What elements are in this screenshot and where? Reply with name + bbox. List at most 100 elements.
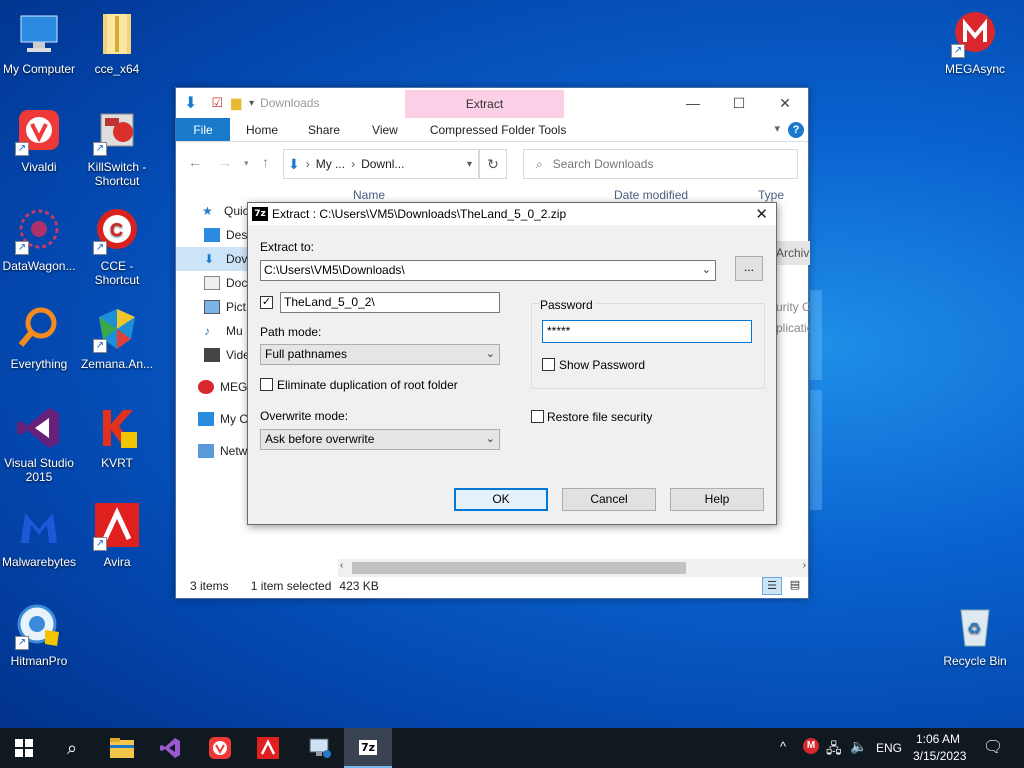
column-header-type[interactable]: Type [758,188,784,202]
nav-item-documents[interactable]: Doc [204,271,247,295]
search-input[interactable]: ⌕ Search Downloads [523,149,798,179]
desktop-icon-cce-x64[interactable]: cce_x64 [78,10,156,76]
maximize-button[interactable]: ☐ [716,88,762,118]
nav-item-mega[interactable]: MEG [198,375,247,399]
vivaldi-icon: ↗ [15,108,63,156]
taskbar-avira[interactable] [244,728,292,768]
refresh-button[interactable]: ↻ [479,149,507,179]
clock-time[interactable]: 1:06 AM [916,732,960,746]
volume-tray-icon[interactable]: 🔈 [850,738,867,755]
restore-file-security-label[interactable]: Restore file security [547,410,652,424]
properties-icon[interactable]: ☑ [211,95,223,111]
desktop-icon-recycle-bin[interactable]: ♻ Recycle Bin [936,602,1014,668]
nav-item-quick-access[interactable]: ★ Quicl [202,199,251,223]
scroll-left-icon[interactable]: ‹ [340,560,343,571]
column-header-name[interactable]: Name [353,188,385,202]
nav-item-my-computer[interactable]: My C [198,407,248,431]
recent-chevron-icon[interactable]: ▾ [244,158,249,169]
show-password-label[interactable]: Show Password [559,358,645,372]
ribbon-expand-icon[interactable]: ▾ [774,122,780,135]
minimize-button[interactable]: — [670,88,716,118]
help-icon[interactable]: ? [788,122,804,138]
start-button[interactable] [0,728,48,768]
nav-item-desktop[interactable]: Des [204,223,247,247]
context-tab-extract[interactable]: Extract [405,90,564,118]
scroll-right-icon[interactable]: › [803,560,806,571]
mega-tray-icon[interactable]: M [803,738,819,754]
language-indicator[interactable]: ENG [876,741,902,755]
tab-view[interactable]: View [354,118,416,141]
nav-item-pictures[interactable]: Pict [204,295,246,319]
taskbar-7zip[interactable]: 7z [344,728,392,768]
overwrite-mode-select[interactable]: Ask before overwrite ⌄ [260,429,500,450]
desktop-icon-killswitch[interactable]: ↗ KillSwitch - Shortcut [78,108,156,188]
chevron-down-icon[interactable]: ⌄ [702,261,711,280]
hitmanpro-icon: ↗ [15,602,63,650]
desktop-icon-megasync[interactable]: ↗ MEGAsync [936,10,1014,76]
chevron-down-icon[interactable]: ▾ [249,98,254,109]
extract-to-input[interactable]: C:\Users\VM5\Downloads\ ⌄ [260,260,716,281]
desktop-icon-visual-studio[interactable]: Visual Studio 2015 [0,404,78,484]
desktop-icon-avira[interactable]: ↗ Avira [78,503,156,569]
taskbar-vivaldi[interactable] [196,728,244,768]
file-row-partial[interactable]: Archiv [776,241,810,265]
tab-home[interactable]: Home [230,118,294,141]
subfolder-checkbox[interactable]: ✓ [260,296,273,309]
folder-icon [110,738,134,758]
desktop-icon-cce[interactable]: C ↗ CCE - Shortcut [78,207,156,287]
notification-icon[interactable]: 🗨 [983,737,1003,757]
tab-share[interactable]: Share [294,118,354,141]
show-password-checkbox[interactable] [542,358,555,371]
desktop-icon-hitmanpro[interactable]: ↗ HitmanPro [0,602,78,668]
taskbar-visual-studio[interactable] [146,728,194,768]
desktop-icon-everything[interactable]: Everything [0,305,78,371]
help-button[interactable]: Help [670,488,764,511]
desktop-icon-vivaldi[interactable]: ↗ Vivaldi [0,108,78,174]
taskbar-network-app[interactable] [296,728,344,768]
nav-item-music[interactable]: ♪ Mu [204,319,243,343]
breadcrumb-downloads[interactable]: Downl... [361,157,404,171]
browse-button[interactable]: ... [735,256,763,281]
address-input[interactable]: ⬇ › My ... › Downl... ▾ [283,149,479,179]
desktop-icon-datawagon[interactable]: ↗ DataWagon... [0,207,78,273]
eliminate-duplication-checkbox[interactable] [260,378,273,391]
tab-file[interactable]: File [176,118,230,141]
cancel-button[interactable]: Cancel [562,488,656,511]
nav-item-downloads[interactable]: ⬇ Dov [176,247,248,271]
subfolder-input[interactable]: TheLand_5_0_2\ [280,292,500,313]
ok-button[interactable]: OK [454,488,548,511]
up-arrow-icon[interactable]: ↑ [262,154,269,170]
taskbar-file-explorer[interactable] [98,728,146,768]
column-header-date[interactable]: Date modified [614,188,688,202]
scrollbar-thumb[interactable] [352,562,686,574]
details-view-icon[interactable]: ☰ [762,577,782,595]
large-icons-view-icon[interactable]: ▤ [786,577,804,595]
nav-item-network[interactable]: Netw [198,439,247,463]
tab-compressed-folder-tools[interactable]: Compressed Folder Tools [416,118,581,141]
forward-arrow-icon[interactable]: → [218,154,232,170]
chevron-down-icon[interactable]: ▾ [467,159,472,170]
new-folder-icon[interactable]: ▆ [231,95,241,111]
clock-date[interactable]: 3/15/2023 [913,749,966,763]
network-tray-icon[interactable]: 🖧 [826,738,842,762]
eliminate-duplication-label[interactable]: Eliminate duplication of root folder [277,378,458,392]
desktop-icon-kvrt[interactable]: KVRT [78,404,156,470]
close-button[interactable]: ✕ [762,88,808,118]
password-input[interactable]: ***** [542,320,752,343]
desktop-icon-zemana[interactable]: ↗ Zemana.An... [78,305,156,371]
desktop-icon-my-computer[interactable]: My Computer [0,10,78,76]
path-mode-select[interactable]: Full pathnames ⌄ [260,344,500,365]
show-hidden-icons-chevron[interactable]: ^ [780,739,786,754]
desktop-icon-label: HitmanPro [10,654,68,668]
restore-file-security-checkbox[interactable] [531,410,544,423]
quick-access-toolbar[interactable]: ☑ ▆ ▾ [211,95,254,111]
back-arrow-icon[interactable]: ← [188,154,202,170]
desktop-icon-malwarebytes[interactable]: Malwarebytes [0,503,78,569]
desktop-icon-label: Recycle Bin [943,654,1007,668]
dialog-close-button[interactable]: ✕ [755,205,768,223]
nav-item-videos[interactable]: Vide [204,343,250,367]
7zip-icon: 7z [358,739,378,755]
download-arrow-icon: ⬇ [204,252,215,266]
search-button[interactable]: ⌕ [48,728,96,768]
breadcrumb-my-computer[interactable]: My ... [316,157,345,171]
